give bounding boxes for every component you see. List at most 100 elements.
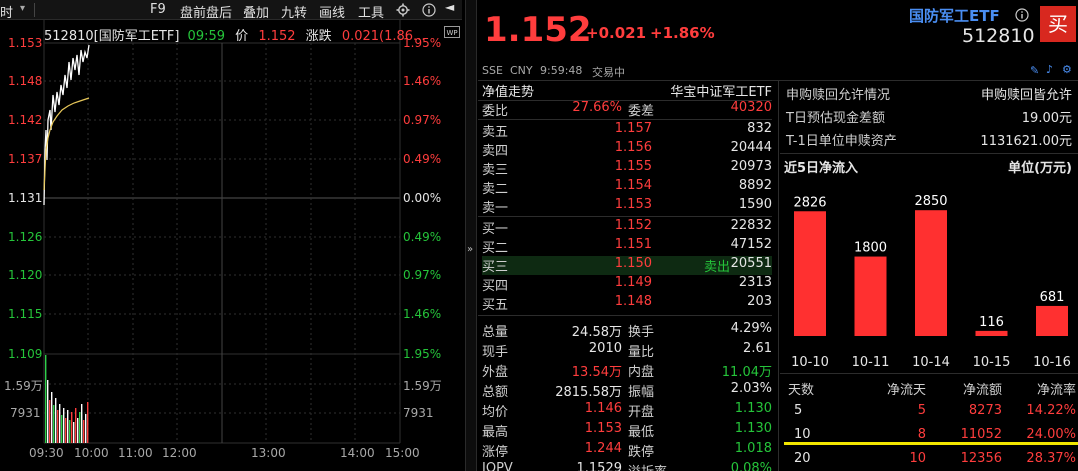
info-label: T日预估现金差额 <box>786 111 885 126</box>
ob-header: 净值走势 华宝中证军工ETF <box>482 81 772 100</box>
time-tick: 14:00 <box>340 446 375 460</box>
bid-price: 1.149 <box>614 275 652 290</box>
info-value: 申购赎回皆允许 <box>980 88 1072 103</box>
nav-trend-tab[interactable]: 净值走势 <box>482 81 534 100</box>
inflow-date-label: 10-16 <box>1033 355 1071 370</box>
info-label: T-1日单位申赎资产 <box>786 134 897 149</box>
security-name: 512810[国防军工ETF] <box>44 29 180 44</box>
bid-price: 1.148 <box>614 294 652 309</box>
expand-icon[interactable]: » <box>467 244 473 255</box>
time-tick: 10:00 <box>74 446 109 460</box>
stat-value: 24.58万 <box>571 325 622 340</box>
bid-volume: 22832 <box>730 218 772 233</box>
flow-unit: 单位(万元) <box>1008 161 1072 176</box>
inflow-bar <box>1036 305 1068 336</box>
volume-tick: 7931 <box>403 406 434 420</box>
bid-label: 买一 <box>482 222 509 237</box>
time-tick: 11:00 <box>118 446 153 460</box>
flow-rate: 28.37% <box>1026 451 1076 466</box>
stat-label: 换手 <box>628 325 655 340</box>
time-tick: 13:00 <box>251 446 286 460</box>
intraday-chart[interactable] <box>0 20 462 471</box>
alert-icon[interactable]: ♪ <box>1046 63 1053 76</box>
bid-price: 1.150 <box>614 256 652 271</box>
stat-label: 总额 <box>482 385 509 400</box>
overlay-button[interactable]: 叠加 <box>243 2 269 21</box>
column-divider <box>778 80 779 471</box>
bid-row[interactable]: 买五 1.148 203 <box>482 294 772 313</box>
stat-value: 13.54万 <box>571 365 622 380</box>
pct-tick: 0.97% <box>403 268 442 282</box>
bid-volume: 47152 <box>730 237 772 252</box>
pct-change: +1.86% <box>650 24 715 42</box>
stat-value: 2.61 <box>743 341 772 356</box>
pct-tick: 1.95% <box>403 36 442 50</box>
price-tick: 1.148 <box>8 74 43 88</box>
toolbar-divider <box>34 3 35 17</box>
tools-button[interactable]: 工具 <box>358 2 384 21</box>
bid-row-highlight[interactable]: 买三 1.150 卖出 20551 <box>482 256 772 275</box>
inflow-value-label: 681 <box>1040 290 1065 305</box>
flow-header: 近5日净流入 单位(万元) <box>784 157 1078 176</box>
bid-row[interactable]: 买四 1.149 2313 <box>482 275 772 294</box>
f9-button[interactable]: F9 <box>150 2 166 17</box>
info-icon[interactable] <box>1015 8 1029 22</box>
row-divider <box>478 315 772 316</box>
ask-row[interactable]: 卖一 1.153 1590 <box>482 197 772 216</box>
bid-price: 1.151 <box>614 237 652 252</box>
stat-value: 4.29% <box>730 321 772 336</box>
wp-icon[interactable]: WP <box>444 26 460 38</box>
settings-icon[interactable]: ⚙ <box>1062 63 1072 76</box>
stat-row: 外盘 13.54万 内盘 11.04万 <box>482 361 772 380</box>
pct-tick: 0.49% <box>403 230 442 244</box>
ask-row[interactable]: 卖二 1.154 8892 <box>482 178 772 197</box>
info-icon[interactable] <box>422 3 436 17</box>
flow-table-row[interactable]: 5 5 8273 14.22% <box>788 403 1076 422</box>
info-row: 申购赎回允许情况 申购赎回皆允许 <box>786 84 1078 103</box>
premarket-button[interactable]: 盘前盘后 <box>180 2 232 21</box>
flow-count: 8 <box>917 427 926 442</box>
dropdown-icon[interactable]: ▾ <box>20 3 25 14</box>
flow-title: 近5日净流入 <box>784 161 859 176</box>
buy-button[interactable]: 买 <box>1040 6 1076 42</box>
panel-divider[interactable]: » <box>465 0 477 471</box>
edit-icon[interactable]: ✎ <box>1030 64 1039 77</box>
ask-row[interactable]: 卖四 1.156 20444 <box>482 140 772 159</box>
settings-icon[interactable] <box>396 3 410 17</box>
trading-status: 交易中 <box>592 66 625 79</box>
pct-tick: 1.95% <box>403 347 442 361</box>
flow-rate: 24.00% <box>1026 427 1076 442</box>
flow-table-row[interactable]: 20 10 12356 28.37% <box>788 451 1076 470</box>
stat-label: 最低 <box>628 425 655 440</box>
stat-value: 11.04万 <box>721 365 772 380</box>
chart-info-line: 512810[国防军工ETF] 09:59 价 1.152 涨跌 0.021(1… <box>44 25 425 44</box>
period-tab[interactable]: 时 <box>0 2 13 21</box>
pct-tick: 0.97% <box>403 113 442 127</box>
bid-label: 买五 <box>482 298 509 313</box>
stat-row: 均价 1.146 开盘 1.130 <box>482 401 772 420</box>
draw-line-button[interactable]: 画线 <box>319 2 345 21</box>
diff-label: 委差 <box>628 104 655 119</box>
ask-row[interactable]: 卖五 1.157 832 <box>482 121 772 140</box>
nine-turn-button[interactable]: 九转 <box>281 2 307 21</box>
stat-value: 2815.58万 <box>555 385 622 400</box>
bid-label: 买三 <box>482 260 509 275</box>
stat-label: 振幅 <box>628 385 655 400</box>
flow-amount: 12356 <box>960 451 1002 466</box>
price-tick: 1.109 <box>8 347 43 361</box>
flow-rate: 14.22% <box>1026 403 1076 418</box>
collapse-icon[interactable]: ◄ <box>445 0 454 14</box>
ask-volume: 832 <box>747 121 772 136</box>
currency-label: CNY <box>510 64 533 77</box>
stat-value: 1.018 <box>734 441 772 456</box>
bid-row[interactable]: 买一 1.152 22832 <box>482 218 772 237</box>
price-tick: 1.153 <box>8 36 43 50</box>
price-tick: 1.120 <box>8 268 43 282</box>
stat-value: 1.153 <box>584 421 622 436</box>
ratio-label: 委比 <box>482 104 509 119</box>
ask-label: 卖五 <box>482 125 509 140</box>
ask-row[interactable]: 卖三 1.155 20973 <box>482 159 772 178</box>
bid-row[interactable]: 买二 1.151 47152 <box>482 237 772 256</box>
col-header: 净流额 <box>962 383 1002 398</box>
price-tick: 1.115 <box>8 307 43 321</box>
